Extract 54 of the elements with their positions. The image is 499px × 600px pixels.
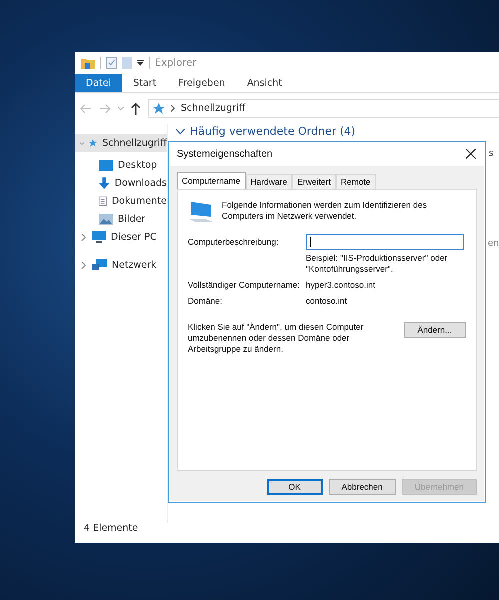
nav-item[interactable]: Dieser PC [75,228,167,246]
change-text: Klicken Sie auf "Ändern", um diesen Computer umzubenennen oder dessen Domäne oder Arbeitsgruppe zu ändern. [188,322,365,354]
image-icon [99,214,113,224]
desktop-icon [99,160,113,170]
change-button[interactable]: Ändern... [404,322,466,338]
download-arrow-icon [99,176,110,190]
address-bar[interactable]: Schnellzugriff [148,99,499,118]
back-arrow-icon[interactable] [80,104,92,114]
nav-item[interactable]: Downloads [75,174,167,192]
chevron-right-icon[interactable] [80,234,87,240]
nav-item[interactable]: Dokumente [75,192,167,210]
dialog-tab[interactable]: Erweitert [292,174,336,189]
monitor-icon [92,231,106,243]
dialog-button[interactable]: Abbrechen [328,479,396,495]
intro-text: Folgende Informationen werden zum Identifizieren des Computers im Netzwerk verwendet. [222,200,428,222]
computer-icon [188,200,214,224]
breadcrumb-separator-icon [171,105,175,112]
field-value: hyper3.contoso.int [306,280,376,290]
field-value: contoso.int [306,296,348,306]
folder-label: s [489,149,494,159]
nav-item[interactable]: Schnellzugriff [75,134,167,152]
field-label: Computerbeschreibung: [188,237,280,247]
dialog-tab[interactable]: Remote [336,174,376,189]
status-text: 4 Elemente [83,523,140,536]
description-field[interactable] [306,234,464,250]
section-header[interactable]: Häufig verwendete Ordner (4) [168,124,499,138]
ribbon-tab[interactable]: Datei [75,74,122,92]
breadcrumb-item[interactable]: Schnellzugriff [181,103,246,114]
field-label: Vollständiger Computername: [188,280,301,290]
checkbox-icon[interactable] [106,57,117,69]
document-icon [99,194,107,208]
content-text: en [488,239,499,249]
folder-icon[interactable] [81,57,95,69]
nav-item[interactable]: Desktop [75,156,167,174]
dialog-title: Systemeigenschaften [177,148,273,160]
ok-button[interactable]: OK [266,479,323,495]
chevron-right-icon[interactable] [80,262,87,268]
close-icon[interactable] [466,149,476,159]
field-label: Domäne: [188,296,224,306]
network-icon [92,259,107,271]
dialog-tab[interactable]: Hardware [246,174,292,189]
nav-item[interactable]: Netzwerk [75,256,167,274]
dialog-tab[interactable]: Computername [177,172,246,189]
ribbon-tab[interactable]: Ansicht [236,74,294,92]
chevron-down-icon[interactable] [176,128,185,134]
nav-item[interactable]: Bilder [75,210,167,228]
up-arrow-icon[interactable] [131,102,141,114]
ribbon-tab[interactable]: Start [122,74,168,92]
window-title: Explorer [155,58,197,68]
example-text: Beispiel: "IIS-Produktionsserver" oder "Kontoführungsserver". [306,253,449,274]
dropdown-icon[interactable] [137,60,144,66]
forward-arrow-icon[interactable] [99,104,111,114]
ribbon-tab[interactable]: Freigeben [168,74,236,92]
star-icon [153,102,165,114]
